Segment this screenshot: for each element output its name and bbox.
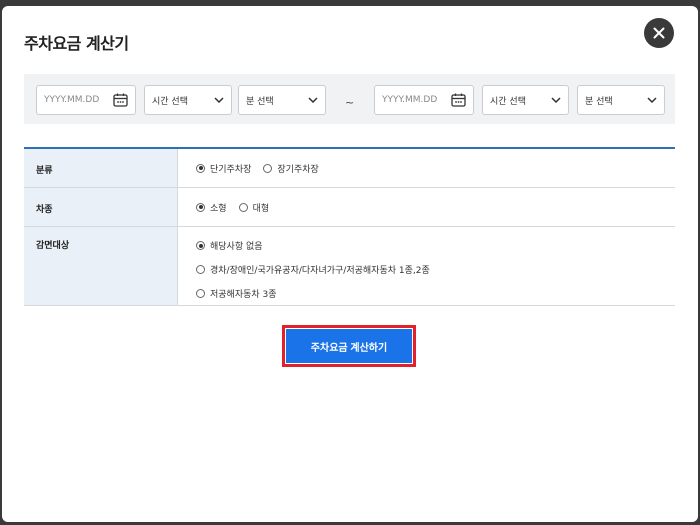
radio-indicator <box>196 288 205 298</box>
parking-options-table: 분류 단기주차장 장기주차장 차종 소형 대형 감면대상 해당사항 없음 경차/… <box>24 147 675 306</box>
end-minute-value: 분 선택 <box>585 96 613 107</box>
vehicle-type-options: 소형 대형 <box>178 188 675 226</box>
option-label: 저공해자동차 3종 <box>210 289 277 300</box>
end-date-placeholder: YYYY.MM.DD <box>382 95 438 105</box>
calendar-icon <box>113 93 128 107</box>
radio-short-term-parking[interactable]: 단기주차장 <box>196 162 251 175</box>
radio-indicator <box>196 265 205 274</box>
start-date-input[interactable]: YYYY.MM.DD <box>36 85 136 115</box>
range-separator: ~ <box>345 96 355 109</box>
discount-options: 해당사항 없음 경차/장애인/국가유공자/다자녀가구/저공해자동차 1종,2종 … <box>178 227 675 305</box>
radio-large-vehicle[interactable]: 대형 <box>238 201 270 214</box>
discount-label: 감면대상 <box>24 227 178 305</box>
calculate-fee-button[interactable]: 주차요금 계산하기 <box>286 329 412 363</box>
end-date-input[interactable]: YYYY.MM.DD <box>374 85 474 115</box>
radio-indicator <box>196 241 205 251</box>
radio-discount-eligible[interactable]: 경차/장애인/국가유공자/다자녀가구/저공해자동차 1종,2종 <box>196 258 663 282</box>
vehicle-type-label: 차종 <box>24 188 178 226</box>
option-label: 해당사항 없음 <box>210 242 263 253</box>
option-label: 소형 <box>210 203 227 214</box>
chevron-down-icon <box>214 97 224 103</box>
chevron-down-icon <box>647 97 657 103</box>
end-hour-value: 시간 선택 <box>490 96 526 107</box>
radio-indicator <box>263 163 273 173</box>
chevron-down-icon <box>308 97 318 103</box>
datetime-filter-bar: YYYY.MM.DD 시간 선택 분 선택 ~ YYYY.MM.DD 시간 선택… <box>24 74 675 124</box>
category-row: 분류 단기주차장 장기주차장 <box>24 149 675 188</box>
radio-indicator <box>196 163 205 173</box>
close-icon <box>653 27 665 39</box>
category-options: 단기주차장 장기주차장 <box>178 149 675 187</box>
parking-fee-modal: 주차요금 계산기 YYYY.MM.DD 시간 선택 분 선택 ~ YYYY.MM… <box>2 6 698 522</box>
radio-long-term-parking[interactable]: 장기주차장 <box>263 162 319 175</box>
option-label: 경차/장애인/국가유공자/다자녀가구/저공해자동차 1종,2종 <box>210 266 430 276</box>
radio-small-vehicle[interactable]: 소형 <box>196 201 227 214</box>
chevron-down-icon <box>551 97 561 103</box>
start-hour-select[interactable]: 시간 선택 <box>144 85 232 115</box>
close-button[interactable] <box>644 18 674 48</box>
modal-title: 주차요금 계산기 <box>24 34 129 53</box>
vehicle-type-row: 차종 소형 대형 <box>24 188 675 227</box>
radio-indicator <box>238 202 248 212</box>
radio-discount-eco-3[interactable]: 저공해자동차 3종 <box>196 281 663 305</box>
end-hour-select[interactable]: 시간 선택 <box>482 85 569 115</box>
category-label: 분류 <box>24 149 178 187</box>
discount-row: 감면대상 해당사항 없음 경차/장애인/국가유공자/다자녀가구/저공해자동차 1… <box>24 227 675 306</box>
end-minute-select[interactable]: 분 선택 <box>577 85 665 115</box>
start-minute-value: 분 선택 <box>246 96 274 107</box>
start-minute-select[interactable]: 분 선택 <box>238 85 326 115</box>
start-date-placeholder: YYYY.MM.DD <box>44 95 100 105</box>
option-label: 대형 <box>252 203 270 214</box>
calendar-icon <box>451 93 466 107</box>
option-label: 단기주차장 <box>210 164 252 175</box>
radio-indicator <box>196 202 205 212</box>
start-hour-value: 시간 선택 <box>152 96 188 107</box>
option-label: 장기주차장 <box>277 164 319 175</box>
radio-discount-none[interactable]: 해당사항 없음 <box>196 234 663 258</box>
